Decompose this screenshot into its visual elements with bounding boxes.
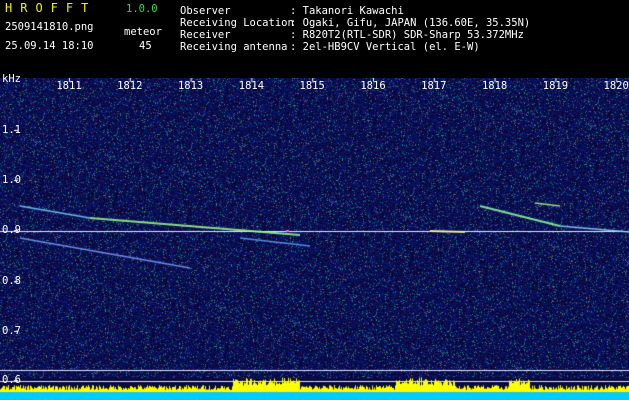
freq-tick-label: 0.7 <box>2 325 21 337</box>
spectrogram-canvas <box>0 78 629 400</box>
freq-tick-label: 1.1 <box>2 124 21 136</box>
time-tick-label: 1820 <box>603 80 629 92</box>
antenna-value: : 2el-HB9CV Vertical (el. E-W) <box>290 41 480 53</box>
freq-tick-label: 0.8 <box>2 275 21 287</box>
app-name: HROFFT <box>5 1 97 15</box>
app-version: 1.0.0 <box>126 3 158 15</box>
mode-label: meteor <box>124 26 162 38</box>
observer-value: : Takanori Kawachi <box>290 5 404 17</box>
time-tick-label: 1815 <box>299 80 325 92</box>
freq-tick-label: 0.6 <box>2 374 21 386</box>
file-name: 2509141810.png <box>5 21 94 33</box>
unit-label: kHz <box>2 73 21 85</box>
receiver-label: Receiver <box>180 29 231 41</box>
time-tick-label: 1813 <box>177 80 204 92</box>
time-tick-label: 1817 <box>421 80 447 92</box>
freq-tick-label: 0.9 <box>2 224 21 236</box>
antenna-label: Receiving antenna <box>180 41 288 53</box>
location-value: : Ogaki, Gifu, JAPAN (136.60E, 35.35N) <box>290 17 531 29</box>
date-time: 25.09.14 18:10 <box>5 40 94 52</box>
header-panel: HROFFT 1.0.0 2509141810.png meteor 25.09… <box>0 0 629 78</box>
time-tick-label: 1812 <box>117 80 143 92</box>
observer-label: Observer <box>180 5 231 17</box>
time-tick-label: 1819 <box>542 80 569 92</box>
receiver-value: : R820T2(RTL-SDR) SDR-Sharp 53.372MHz <box>290 29 524 41</box>
time-tick-label: 1814 <box>238 80 265 92</box>
meteor-count: 45 <box>139 40 152 52</box>
freq-tick-label: 1.0 <box>2 174 21 186</box>
time-tick-label: 1816 <box>360 80 386 92</box>
time-tick-label: 1811 <box>56 80 82 92</box>
time-tick-label: 1818 <box>481 80 508 92</box>
location-label: Receiving Location <box>180 17 294 29</box>
